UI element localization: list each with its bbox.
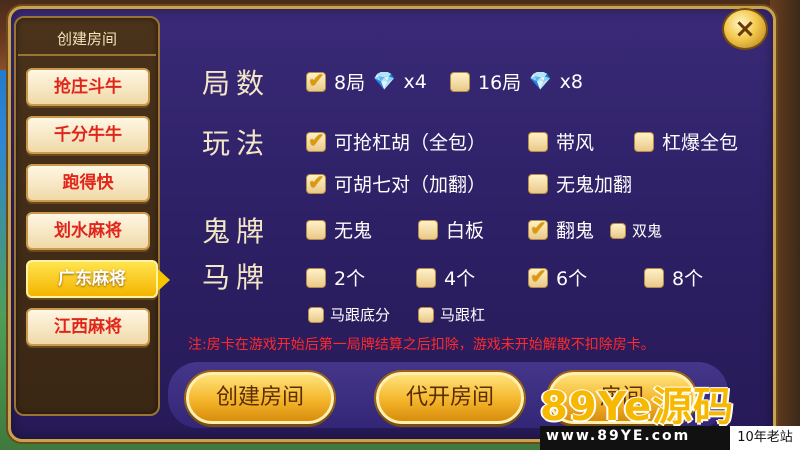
horse-option-2[interactable]: 2个 — [306, 264, 365, 291]
rounds-option-16[interactable]: 16局 💎 x8 — [450, 68, 583, 95]
diamond-icon: 💎 — [529, 71, 552, 92]
rounds-label: 局数 — [202, 67, 271, 100]
rounds-option-8[interactable]: 8局 💎 x4 — [306, 68, 427, 95]
checkbox[interactable] — [306, 267, 326, 288]
cost-label: x8 — [559, 70, 583, 93]
close-icon: × — [734, 14, 756, 44]
option-label: 2个 — [334, 268, 366, 290]
rules-option-daifeng[interactable]: 带风 — [528, 128, 594, 155]
watermark: 89Ye源码 www.89YE.com 10年老站 — [540, 374, 800, 450]
rules-option-gangbao[interactable]: 杠爆全包 — [634, 128, 738, 155]
rules-option-qiangganghu[interactable]: 可抢杠胡（全包） — [306, 128, 486, 155]
rules-option-wugui-jiafan[interactable]: 无鬼加翻 — [528, 170, 632, 197]
cost-label: x4 — [403, 70, 427, 93]
option-label: 4个 — [444, 268, 476, 290]
option-label: 白板 — [446, 220, 485, 242]
checkbox[interactable] — [308, 306, 324, 323]
horse-option-6[interactable]: 6个 — [528, 264, 587, 291]
checkbox[interactable] — [450, 71, 470, 92]
ghost-option-shuanggui[interactable]: 双鬼 — [610, 220, 662, 241]
rules-label: 玩法 — [202, 127, 271, 160]
option-label: 8局 — [334, 72, 366, 94]
ghost-label: 鬼牌 — [202, 215, 271, 248]
diamond-icon: 💎 — [373, 71, 396, 92]
checkmark-icon[interactable] — [528, 216, 548, 240]
sidebar-item-qianfen-niuniu[interactable]: 千分牛牛 — [26, 116, 150, 154]
close-button[interactable]: × — [722, 8, 768, 50]
option-label: 双鬼 — [632, 222, 663, 240]
sidebar-item-paodekuai[interactable]: 跑得快 — [26, 164, 150, 202]
checkbox[interactable] — [306, 219, 326, 240]
ghost-option-wugui[interactable]: 无鬼 — [306, 216, 372, 243]
checkbox[interactable] — [416, 267, 436, 288]
option-label: 可抢杠胡（全包） — [334, 132, 487, 154]
proxy-room-button[interactable]: 代开房间 — [376, 372, 524, 424]
option-label: 马跟底分 — [330, 306, 391, 324]
ghost-option-fangui[interactable]: 翻鬼 — [528, 216, 594, 243]
option-label: 8个 — [672, 268, 704, 290]
checkbox[interactable] — [418, 306, 434, 323]
watermark-bar: www.89YE.com 10年老站 — [540, 426, 800, 450]
option-label: 马跟杠 — [440, 306, 486, 324]
option-label: 无鬼 — [334, 220, 373, 242]
checkmark-icon[interactable] — [306, 170, 326, 194]
checkbox[interactable] — [610, 222, 626, 239]
horse-label: 马牌 — [202, 261, 271, 294]
checkbox[interactable] — [528, 173, 548, 194]
checkbox[interactable] — [634, 131, 654, 152]
checkbox[interactable] — [418, 219, 438, 240]
option-label: 带风 — [556, 132, 595, 154]
horse-option-gen-difen[interactable]: 马跟底分 — [308, 304, 390, 325]
horse-option-8[interactable]: 8个 — [644, 264, 703, 291]
sidebar-title: 创建房间 — [18, 22, 156, 56]
game-type-sidebar: 创建房间 抢庄斗牛 千分牛牛 跑得快 划水麻将 广东麻将 江西麻将 — [14, 16, 170, 416]
checkbox[interactable] — [644, 267, 664, 288]
ghost-option-baiban[interactable]: 白板 — [418, 216, 484, 243]
sidebar-item-guangdong-majiang[interactable]: 广东麻将 — [26, 260, 170, 298]
checkbox[interactable] — [528, 131, 548, 152]
option-label: 可胡七对（加翻） — [334, 174, 487, 196]
watermark-url: www.89YE.com — [546, 428, 691, 444]
watermark-tag: 10年老站 — [730, 426, 800, 450]
option-label: 无鬼加翻 — [556, 174, 633, 196]
sidebar-item-jiangxi-majiang[interactable]: 江西麻将 — [26, 308, 150, 346]
horse-option-gen-gang[interactable]: 马跟杠 — [418, 304, 485, 325]
rules-option-qidui[interactable]: 可胡七对（加翻） — [306, 170, 486, 197]
option-label: 6个 — [556, 268, 588, 290]
room-card-notice: 注:房卡在游戏开始后第一局牌结算之后扣除，游戏未开始解散不扣除房卡。 — [188, 337, 655, 353]
create-room-button[interactable]: 创建房间 — [186, 372, 334, 424]
checkmark-icon[interactable] — [306, 68, 326, 92]
option-label: 16局 — [478, 72, 522, 94]
checkmark-icon[interactable] — [306, 128, 326, 152]
horse-option-4[interactable]: 4个 — [416, 264, 475, 291]
watermark-logo: 89Ye源码 — [540, 384, 735, 430]
checkmark-icon[interactable] — [528, 264, 548, 288]
option-label: 翻鬼 — [556, 220, 595, 242]
sidebar-item-qiangzhuang-douniu[interactable]: 抢庄斗牛 — [26, 68, 150, 106]
sidebar-item-huashui-majiang[interactable]: 划水麻将 — [26, 212, 150, 250]
option-label: 杠爆全包 — [662, 132, 739, 154]
